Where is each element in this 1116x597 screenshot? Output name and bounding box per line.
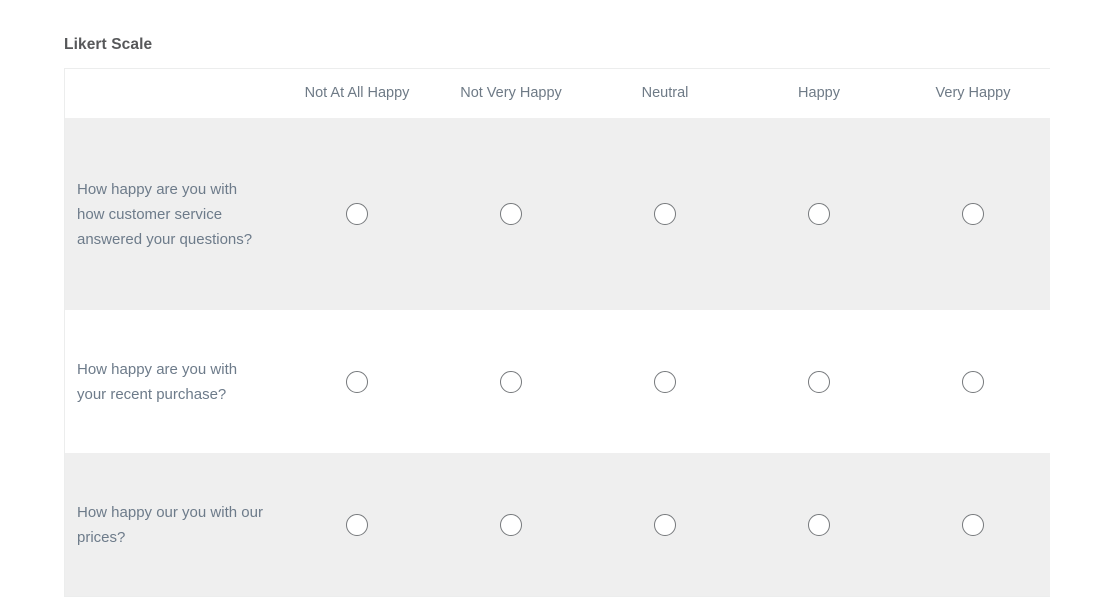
option-cell-2-2[interactable] [434,310,588,453]
option-cell-3-3[interactable] [588,453,742,596]
question-label-3: How happy our you with our prices? [65,453,280,596]
radio-button-3-not-very-happy[interactable] [500,513,522,536]
question-label-2: How happy are you with your recent purch… [65,310,280,453]
column-header-very-happy: Very Happy [896,69,1050,118]
option-cell-1-4[interactable] [742,118,896,310]
option-cell-3-1[interactable] [280,453,434,596]
radio-button-3-happy[interactable] [808,513,830,536]
radio-button-3-not-at-all-happy[interactable] [346,513,368,536]
column-header-neutral: Neutral [588,69,742,118]
option-cell-3-2[interactable] [434,453,588,596]
option-cell-2-5[interactable] [896,310,1050,453]
radio-button-1-neutral[interactable] [654,203,676,225]
option-cell-2-1[interactable] [280,310,434,453]
option-cell-1-2[interactable] [434,118,588,310]
column-header-not-at-all-happy: Not At All Happy [280,69,434,118]
option-cell-2-3[interactable] [588,310,742,453]
radio-button-3-very-happy[interactable] [962,513,984,536]
radio-button-1-not-very-happy[interactable] [500,203,522,225]
radio-button-1-not-at-all-happy[interactable] [346,203,368,225]
radio-button-2-very-happy[interactable] [962,370,984,393]
option-cell-1-5[interactable] [896,118,1050,310]
likert-table: Not At All Happy Not Very Happy Neutral … [65,69,1050,596]
likert-table-body: How happy are you with how customer serv… [65,118,1050,596]
option-cell-1-3[interactable] [588,118,742,310]
likert-table-container: Not At All Happy Not Very Happy Neutral … [64,68,1050,597]
radio-button-2-not-very-happy[interactable] [500,370,522,393]
option-cell-2-4[interactable] [742,310,896,453]
column-header-not-very-happy: Not Very Happy [434,69,588,118]
likert-table-header: Not At All Happy Not Very Happy Neutral … [65,69,1050,118]
option-cell-3-4[interactable] [742,453,896,596]
table-row: How happy our you with our prices? [65,453,1050,596]
likert-scale-page: Likert Scale Not At All Happy Not Very H… [0,0,1116,597]
table-row: How happy are you with your recent purch… [65,310,1050,453]
header-row: Not At All Happy Not Very Happy Neutral … [65,69,1050,118]
question-label-1: How happy are you with how customer serv… [65,118,280,310]
radio-button-2-happy[interactable] [808,370,830,393]
radio-button-2-neutral[interactable] [654,370,676,393]
radio-button-2-not-at-all-happy[interactable] [346,370,368,393]
page-title: Likert Scale [64,36,153,53]
table-row: How happy are you with how customer serv… [65,118,1050,310]
column-header-question [65,69,280,118]
option-cell-3-5[interactable] [896,453,1050,596]
radio-button-3-neutral[interactable] [654,513,676,536]
radio-button-1-happy[interactable] [808,203,830,225]
option-cell-1-1[interactable] [280,118,434,310]
radio-button-1-very-happy[interactable] [962,203,984,225]
column-header-happy: Happy [742,69,896,118]
